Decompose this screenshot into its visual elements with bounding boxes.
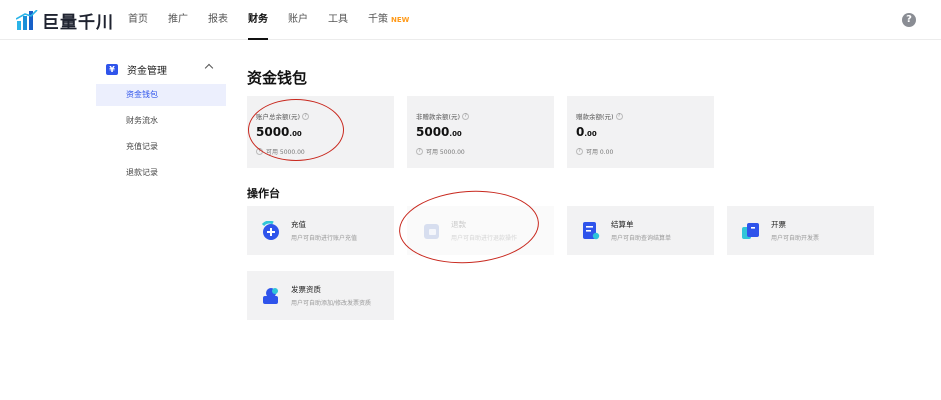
- sidebar-item-finance-flow[interactable]: 财务流水: [96, 110, 226, 132]
- help-icon[interactable]: ?: [902, 13, 916, 27]
- op-text: 开票 用户可自助开发票: [771, 219, 819, 242]
- op-desc: 用户可自助进行账户充值: [291, 235, 358, 242]
- nav-menu: 首页 推广 报表 财务 账户 工具 千策 NEW: [128, 0, 429, 40]
- question-icon[interactable]: ?: [416, 148, 423, 155]
- sidebar-item-refund-records[interactable]: 退款记录: [96, 162, 226, 184]
- nav-item-promotion[interactable]: 推广: [168, 0, 188, 40]
- op-title: 充值: [291, 220, 306, 229]
- nav-item-tools[interactable]: 工具: [328, 0, 348, 40]
- op-title: 开票: [771, 220, 786, 229]
- balance-amount-dec: .00: [449, 130, 462, 138]
- invoice-qualification-icon: [263, 287, 278, 304]
- yen-icon: ¥: [106, 63, 118, 75]
- nav-item-reports[interactable]: 报表: [208, 0, 228, 40]
- balance-label: 赠款余额(元)?: [576, 111, 705, 121]
- balance-amount: 0.00: [576, 125, 705, 139]
- op-desc: 用户可自助开发票: [771, 235, 820, 242]
- sidebar-group-label: 资金管理: [127, 65, 167, 77]
- annotation-ellipse-refund: [396, 186, 542, 268]
- console-title: 操作台: [247, 187, 280, 200]
- nav-item-account[interactable]: 账户: [288, 0, 308, 40]
- top-nav: 巨量千川 首页 推广 报表 财务 账户 工具 千策 NEW ?: [0, 0, 941, 40]
- op-title: 发票资质: [291, 285, 321, 294]
- balance-available-text: 可用 5000.00: [426, 149, 465, 156]
- question-icon[interactable]: ?: [576, 148, 583, 155]
- new-badge: NEW: [391, 16, 410, 24]
- statement-icon: [583, 221, 600, 239]
- op-card-statement[interactable]: 结算单 用户可自助查询结算单: [567, 206, 714, 255]
- balance-available: ? 可用 0.00: [576, 147, 705, 156]
- op-desc: 用户可自助查询结算单: [611, 235, 672, 242]
- brand-name: 巨量千川: [42, 12, 114, 33]
- recharge-icon: [261, 220, 279, 240]
- op-text: 结算单 用户可自助查询结算单: [611, 219, 671, 242]
- invoice-icon: [742, 222, 759, 239]
- sidebar-item-wallet[interactable]: 资金钱包: [96, 84, 226, 106]
- op-card-invoice-qualification[interactable]: 发票资质 用户可自助添加/修改发票资质: [247, 271, 394, 320]
- brand-logo[interactable]: 巨量千川: [16, 8, 114, 33]
- balance-amount-int: 5000: [416, 125, 450, 139]
- balance-card-grant: 赠款余额(元)? 0.00 ? 可用 0.00: [567, 96, 714, 168]
- nav-item-home[interactable]: 首页: [128, 0, 148, 40]
- sidebar-group-fund-management[interactable]: ¥ 资金管理: [96, 58, 226, 80]
- balance-amount: 5000.00: [416, 125, 545, 139]
- balance-label-text: 赠款余额(元): [576, 113, 614, 121]
- balance-available: ? 可用 5000.00: [416, 147, 545, 156]
- balance-card-non-grant: 非赠款余额(元)? 5000.00 ? 可用 5000.00: [407, 96, 554, 168]
- page-title: 资金钱包: [247, 69, 308, 87]
- logo-icon: [16, 10, 38, 30]
- sidebar-item-recharge-records[interactable]: 充值记录: [96, 136, 226, 158]
- chevron-up-icon: [204, 63, 214, 73]
- op-card-recharge[interactable]: 充值 用户可自助进行账户充值: [247, 206, 394, 255]
- balance-label: 非赠款余额(元)?: [416, 111, 545, 121]
- op-desc: 用户可自助添加/修改发票资质: [291, 300, 372, 307]
- annotation-ellipse-balance: [248, 99, 344, 161]
- balance-available-text: 可用 0.00: [586, 149, 614, 156]
- op-text: 充值 用户可自助进行账户充值: [291, 219, 357, 242]
- op-card-invoice[interactable]: 开票 用户可自助开发票: [727, 206, 874, 255]
- balance-amount-dec: .00: [584, 130, 597, 138]
- balance-label-text: 非赠款余额(元): [416, 113, 461, 121]
- nav-item-qiance[interactable]: 千策 NEW: [368, 0, 409, 40]
- sidebar: ¥ 资金管理 资金钱包 财务流水 充值记录 退款记录: [96, 58, 226, 184]
- question-icon[interactable]: ?: [462, 112, 470, 120]
- nav-item-finance[interactable]: 财务: [248, 0, 268, 40]
- op-text: 发票资质 用户可自助添加/修改发票资质: [291, 284, 371, 307]
- op-title: 结算单: [611, 220, 634, 229]
- question-icon[interactable]: ?: [615, 112, 623, 120]
- nav-item-qiance-label: 千策: [368, 14, 388, 25]
